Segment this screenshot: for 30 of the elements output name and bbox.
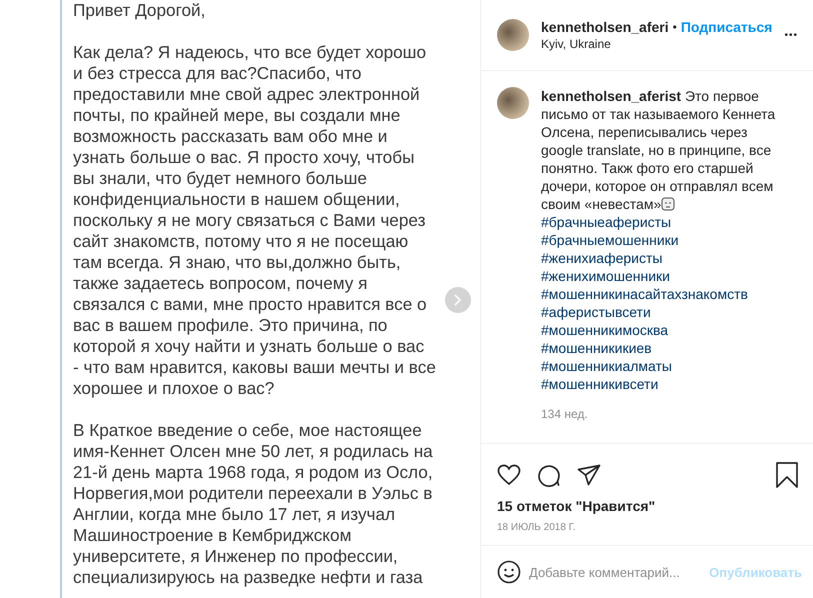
emoji-icon[interactable]	[497, 560, 521, 584]
post-date: 18 ИЮЛЬ 2018 Г.	[481, 514, 813, 546]
heart-icon[interactable]	[497, 464, 521, 486]
likes-count[interactable]: 15 отметок "Нравится"	[481, 494, 813, 514]
separator-dot: •	[672, 20, 677, 34]
hashtag-link[interactable]: #мошенникинасайтахзнакомств	[541, 285, 748, 303]
hashtag-link[interactable]: #брачныемошенники	[541, 231, 679, 249]
hashtag-link[interactable]: #аферистывсети	[541, 303, 651, 321]
timestamp: 134 нед.	[541, 407, 588, 421]
avatar[interactable]	[497, 87, 529, 119]
letter-paragraph: Как дела? Я надеюсь, что все будет хорошо и без стресса для вас?Спасибо, что предоставили мне свой адрес электронной почты, по крайней мере, вы создали мне возможность рассказать вам обо мне и узнать больше о вас. Я просто хочу, чтобы вы знали, что будет немного больше конфиденциальности в нашем общении, поскольку я не могу связаться с Вами через сайт знакомств, потому что я не посещаю там всегда. Я знаю, что вы,должно быть, также задаетесь вопросом, почему я связался с вами, мне просто нравится все о вас в вашем профиле. Это причина, по которой я хочу найти и узнать больше о вас - что вам нравится, каковы ваши мечты и все хорошее и плохое о вас?	[73, 42, 436, 399]
hashtag-link[interactable]: #мошенникикиев	[541, 339, 652, 357]
chevron-right-icon	[454, 294, 462, 306]
hashtag-link[interactable]: #женихимошенники	[541, 267, 670, 285]
caption-text: kennetholsen_aferist Это первое письмо от так называемого Кеннета Олсена, переписывались через google translate, но в принципе, все понятно. Такж фото его старшей дочери, которое он отправлял всем своим «невестам»	[541, 87, 776, 213]
hashtag-link[interactable]: #женихиаферисты	[541, 249, 662, 267]
face-emoji-icon	[661, 197, 676, 211]
username[interactable]: kennetholsen_aferi	[541, 19, 669, 35]
letter-paragraph: В Краткое введение о себе, мое настоящее имя-Кеннет Олсен мне 50 лет, я родилась на 21-й день марта 1968 года, я родом из Осло, Норвегия,мои родители переехали в Уэльс в Англии, когда мне было 17 лет, я изучал Машиностроение в Кембриджском университете, я Инженер по профессии, специализируюсь на разведке нефти и газа	[73, 420, 433, 588]
hashtag-link[interactable]: #мошенникивсети	[541, 375, 658, 393]
location-link[interactable]: Kyiv, Ukraine	[541, 37, 772, 51]
more-button[interactable]: •••	[784, 30, 798, 40]
bookmark-icon[interactable]	[776, 462, 798, 488]
avatar[interactable]	[497, 19, 529, 51]
share-icon[interactable]	[577, 464, 601, 486]
hashtag-link[interactable]: #мошенникимосква	[541, 321, 668, 339]
hashtag-link[interactable]: #мошенникиалматы	[541, 357, 672, 375]
comment-icon[interactable]	[537, 463, 561, 487]
letter-paragraph: Привет Дорогой,	[73, 0, 206, 21]
hashtag-link[interactable]: #брачныеаферисты	[541, 213, 672, 231]
